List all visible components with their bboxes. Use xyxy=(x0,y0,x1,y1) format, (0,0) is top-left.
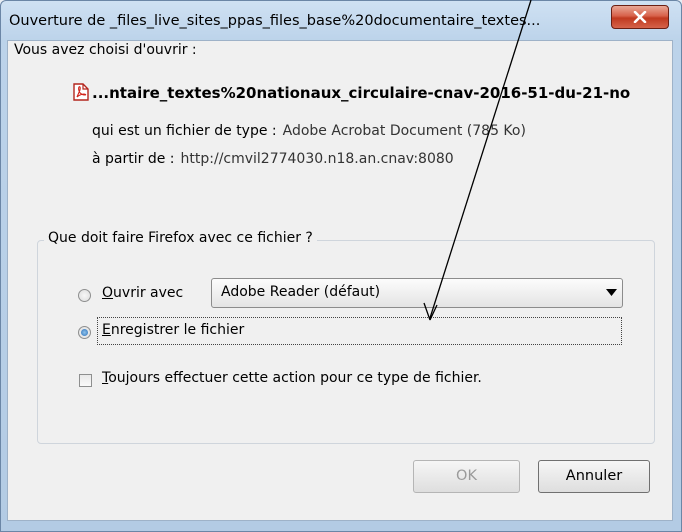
chevron-down-icon[interactable] xyxy=(606,289,617,296)
window-title: Ouverture de _files_live_sites_ppas_file… xyxy=(9,13,541,29)
open-with-mnemonic: O xyxy=(102,285,114,301)
title-bar[interactable]: Ouverture de _files_live_sites_ppas_file… xyxy=(1,1,681,41)
file-type-label: qui est un fichier de type : xyxy=(92,123,277,139)
save-file-mnemonic: E xyxy=(102,322,111,338)
open-with-label[interactable]: Ouvrir avec xyxy=(102,285,183,301)
save-file-label[interactable]: Enregistrer le fichier xyxy=(102,322,244,338)
save-file-text: nregistrer le fichier xyxy=(110,322,245,338)
always-do-this-checkbox[interactable] xyxy=(79,374,92,387)
open-with-text: uvrir avec xyxy=(113,285,184,301)
ok-button[interactable]: OK xyxy=(413,460,520,493)
action-group-title: Que doit faire Firefox avec ce fichier ? xyxy=(44,230,317,246)
file-type-row: qui est un fichier de type : Adobe Acroba… xyxy=(92,123,526,139)
open-with-app-value: Adobe Reader (défaut) xyxy=(221,284,381,300)
close-icon xyxy=(633,11,647,23)
file-type-value: Adobe Acrobat Document (785 Ko) xyxy=(282,123,526,139)
file-source-row: à partir de : http://cmvil2774030.n18.an.… xyxy=(92,151,454,167)
cancel-button[interactable]: Annuler xyxy=(538,460,650,493)
intro-text: Vous avez choisi d'ouvrir : xyxy=(14,42,197,58)
file-source-value: http://cmvil2774030.n18.an.cnav:8080 xyxy=(180,151,454,167)
close-button[interactable] xyxy=(611,5,669,29)
pdf-icon xyxy=(73,83,89,101)
open-with-radio[interactable] xyxy=(78,289,91,302)
file-source-label: à partir de : xyxy=(92,151,175,167)
save-file-radio[interactable] xyxy=(78,326,91,339)
always-do-this-text: oujours effectuer cette action pour ce t… xyxy=(108,370,482,386)
always-do-this-label[interactable]: Toujours effectuer cette action pour ce … xyxy=(102,370,482,386)
file-name: ...ntaire_textes%20nationaux_circulaire-… xyxy=(92,84,631,102)
